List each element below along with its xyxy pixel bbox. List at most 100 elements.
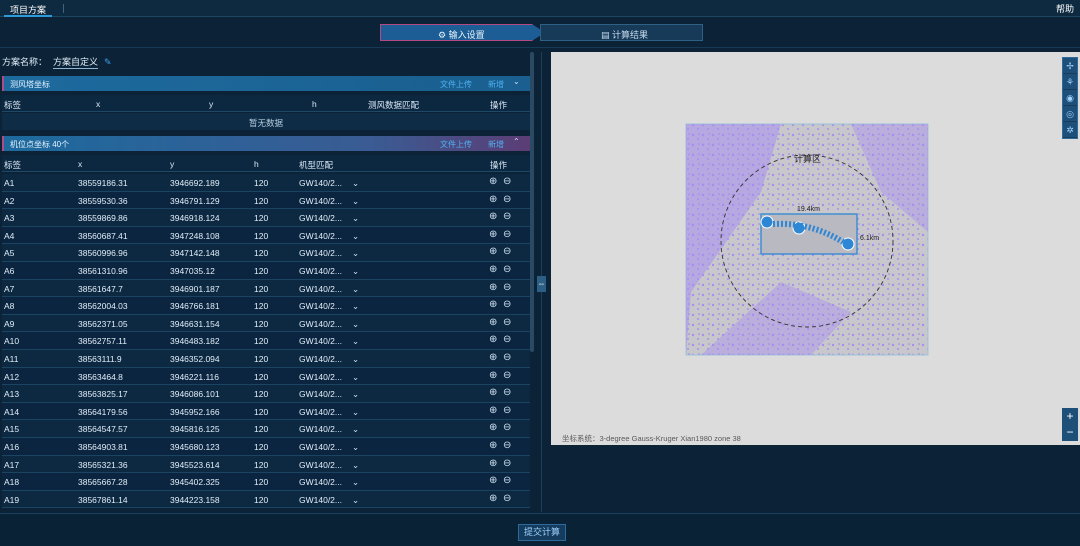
submit-button[interactable]: 提交计算 xyxy=(518,524,566,541)
remove-circle-icon[interactable]: ⊖ xyxy=(503,493,511,504)
chevron-down-icon[interactable]: ⌄ xyxy=(352,336,359,347)
chevron-down-icon[interactable]: ⌄ xyxy=(352,460,359,471)
add-circle-icon[interactable]: ⊕ xyxy=(489,211,497,222)
layers-icon[interactable]: ◎ xyxy=(1063,106,1077,122)
remove-circle-icon[interactable]: ⊖ xyxy=(503,405,511,416)
chevron-down-icon[interactable]: ⌄ xyxy=(352,178,359,189)
step-input-settings[interactable]: ⚙ 输入设置 xyxy=(380,24,545,41)
tab-project-scheme[interactable]: 项目方案 xyxy=(4,0,53,17)
chevron-down-icon[interactable]: ⌄ xyxy=(352,477,359,488)
row-model-select[interactable]: GW140/2... xyxy=(299,460,342,470)
chevron-down-icon[interactable]: ⌄ xyxy=(352,407,359,418)
remove-circle-icon[interactable]: ⊖ xyxy=(503,282,511,293)
chevron-down-icon[interactable]: ⌄ xyxy=(352,213,359,224)
chevron-down-icon[interactable]: ⌄ xyxy=(352,284,359,295)
step-results[interactable]: ▤ 计算结果 xyxy=(540,24,703,41)
chevron-down-icon[interactable]: ⌄ xyxy=(352,442,359,453)
chevron-down-icon[interactable]: ⌄ xyxy=(352,231,359,242)
remove-circle-icon[interactable]: ⊖ xyxy=(503,317,511,328)
tower-add-button[interactable]: 新增 xyxy=(488,79,504,90)
remove-circle-icon[interactable]: ⊖ xyxy=(503,299,511,310)
row-model-select[interactable]: GW140/2... xyxy=(299,301,342,311)
add-circle-icon[interactable]: ⊕ xyxy=(489,387,497,398)
row-model-select[interactable]: GW140/2... xyxy=(299,266,342,276)
zoom-in-icon[interactable]: + xyxy=(1062,408,1078,424)
chevron-down-icon[interactable]: ⌄ xyxy=(352,495,359,506)
remove-circle-icon[interactable]: ⊖ xyxy=(503,194,511,205)
row-model-select[interactable]: GW140/2... xyxy=(299,336,342,346)
row-model-select[interactable]: GW140/2... xyxy=(299,407,342,417)
row-model-select[interactable]: GW140/2... xyxy=(299,178,342,188)
add-circle-icon[interactable]: ⊕ xyxy=(489,440,497,451)
remove-circle-icon[interactable]: ⊖ xyxy=(503,211,511,222)
add-circle-icon[interactable]: ⊕ xyxy=(489,422,497,433)
row-model-select[interactable]: GW140/2... xyxy=(299,231,342,241)
chevron-down-icon[interactable]: ⌄ xyxy=(352,248,359,259)
tower-upload-button[interactable]: 文件上传 xyxy=(440,79,472,90)
row-model-select[interactable]: GW140/2... xyxy=(299,196,342,206)
remove-circle-icon[interactable]: ⊖ xyxy=(503,458,511,469)
remove-circle-icon[interactable]: ⊖ xyxy=(503,246,511,257)
calc-area-rect[interactable] xyxy=(760,213,858,255)
add-circle-icon[interactable]: ⊕ xyxy=(489,458,497,469)
chevron-down-icon[interactable]: ⌄ xyxy=(352,266,359,277)
zoom-out-icon[interactable]: − xyxy=(1062,424,1078,440)
add-circle-icon[interactable]: ⊕ xyxy=(489,299,497,310)
row-model-select[interactable]: GW140/2... xyxy=(299,372,342,382)
chevron-down-icon[interactable]: ⌄ xyxy=(352,301,359,312)
row-model-select[interactable]: GW140/2... xyxy=(299,213,342,223)
remove-circle-icon[interactable]: ⊖ xyxy=(503,229,511,240)
chevron-down-icon[interactable]: ⌄ xyxy=(513,77,520,86)
chevron-down-icon[interactable]: ⌄ xyxy=(352,389,359,400)
tower-tool-icon[interactable]: ⚘ xyxy=(1063,74,1077,90)
add-circle-icon[interactable]: ⊕ xyxy=(489,317,497,328)
add-circle-icon[interactable]: ⊕ xyxy=(489,246,497,257)
turbine-tool-icon[interactable]: ✢ xyxy=(1063,58,1077,74)
row-model-select[interactable]: GW140/2... xyxy=(299,477,342,487)
add-circle-icon[interactable]: ⊕ xyxy=(489,264,497,275)
remove-circle-icon[interactable]: ⊖ xyxy=(503,440,511,451)
add-circle-icon[interactable]: ⊕ xyxy=(489,176,497,187)
add-circle-icon[interactable]: ⊕ xyxy=(489,194,497,205)
row-model-select[interactable]: GW140/2... xyxy=(299,424,342,434)
scheme-name-value[interactable]: 方案自定义 xyxy=(53,57,99,69)
chevron-down-icon[interactable]: ⌄ xyxy=(352,196,359,207)
row-model-select[interactable]: GW140/2... xyxy=(299,319,342,329)
scrollbar[interactable] xyxy=(530,52,534,352)
chevron-down-icon[interactable]: ⌄ xyxy=(352,424,359,435)
row-model-select[interactable]: GW140/2... xyxy=(299,248,342,258)
add-circle-icon[interactable]: ⊕ xyxy=(489,282,497,293)
remove-circle-icon[interactable]: ⊖ xyxy=(503,176,511,187)
row-model-select[interactable]: GW140/2... xyxy=(299,354,342,364)
help-link[interactable]: 帮助 xyxy=(1056,2,1074,15)
chevron-up-icon[interactable]: ⌃ xyxy=(513,137,520,146)
chevron-down-icon[interactable]: ⌄ xyxy=(352,319,359,330)
add-circle-icon[interactable]: ⊕ xyxy=(489,352,497,363)
row-model-select[interactable]: GW140/2... xyxy=(299,389,342,399)
chevron-down-icon[interactable]: ⌄ xyxy=(352,372,359,383)
add-circle-icon[interactable]: ⊕ xyxy=(489,405,497,416)
remove-circle-icon[interactable]: ⊖ xyxy=(503,387,511,398)
add-circle-icon[interactable]: ⊕ xyxy=(489,475,497,486)
edit-icon[interactable]: ✎ xyxy=(104,57,112,67)
map-view[interactable]: 计算区 19.4km 6.1km xyxy=(551,52,1080,445)
add-circle-icon[interactable]: ⊕ xyxy=(489,370,497,381)
select-tool-icon[interactable]: ◉ xyxy=(1063,90,1077,106)
remove-circle-icon[interactable]: ⊖ xyxy=(503,264,511,275)
remove-circle-icon[interactable]: ⊖ xyxy=(503,422,511,433)
turbine-add-button[interactable]: 新增 xyxy=(488,139,504,150)
add-circle-icon[interactable]: ⊕ xyxy=(489,493,497,504)
add-circle-icon[interactable]: ⊕ xyxy=(489,334,497,345)
settings-icon[interactable]: ✲ xyxy=(1063,122,1077,138)
row-model-select[interactable]: GW140/2... xyxy=(299,442,342,452)
resize-handle-icon[interactable]: ⇔ xyxy=(537,276,546,292)
row-model-select[interactable]: GW140/2... xyxy=(299,495,342,505)
add-circle-icon[interactable]: ⊕ xyxy=(489,229,497,240)
remove-circle-icon[interactable]: ⊖ xyxy=(503,370,511,381)
remove-circle-icon[interactable]: ⊖ xyxy=(503,334,511,345)
remove-circle-icon[interactable]: ⊖ xyxy=(503,475,511,486)
turbine-upload-button[interactable]: 文件上传 xyxy=(440,139,472,150)
row-model-select[interactable]: GW140/2... xyxy=(299,284,342,294)
remove-circle-icon[interactable]: ⊖ xyxy=(503,352,511,363)
chevron-down-icon[interactable]: ⌄ xyxy=(352,354,359,365)
